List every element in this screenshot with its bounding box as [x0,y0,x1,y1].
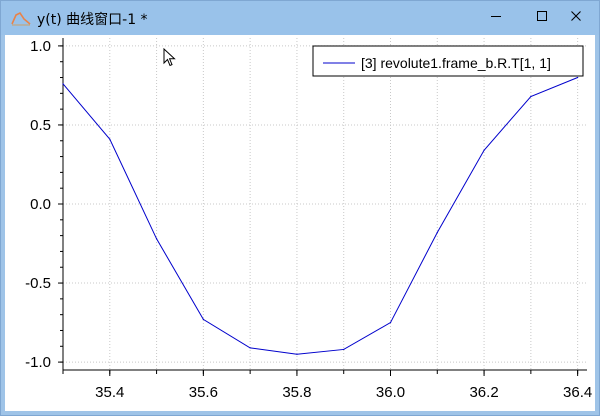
y-tick-label: -0.5 [25,275,51,292]
mouse-pointer-icon [163,47,177,73]
minimize-button[interactable] [473,1,519,35]
x-axis-ticks: 35.4 35.6 35.8 36.0 36.2 36.4 [62,370,592,401]
data-point [109,138,111,140]
x-tick-label: 35.8 [282,384,311,401]
data-point [249,347,251,349]
plot-area-container: 1.0 0.5 0.0 -0.5 -1.0 35.4 35.6 35.8 36.0 36.2 36… [5,35,595,411]
window-title: y(t) 曲线窗口-1 * [37,12,148,28]
legend-label: [3] revolute1.frame_b.R.T[1, 1] [361,55,551,71]
data-point [202,318,204,321]
x-tick-label: 36.2 [469,384,498,401]
data-point [530,95,532,98]
grid-lines [62,38,587,370]
data-point [296,353,298,355]
data-point [62,83,64,85]
line-chart-icon [11,10,31,26]
data-point [577,76,579,79]
data-point [389,321,392,324]
close-icon [570,9,582,27]
series-line[interactable] [62,77,578,355]
x-tick-label: 36.4 [563,384,592,401]
x-tick-label: 36.0 [376,384,405,401]
y-tick-label: 0.0 [30,196,51,213]
data-point [483,149,485,151]
y-axis-ticks: 1.0 0.5 0.0 -0.5 -1.0 [25,38,63,371]
title-bar[interactable]: y(t) 曲线窗口-1 * [1,1,599,35]
y-tick-label: 1.0 [30,38,51,55]
series-group [62,76,579,355]
y-tick-label: -1.0 [25,354,51,371]
maximize-icon [536,9,548,27]
y-tick-label: 0.5 [30,117,51,134]
x-tick-label: 35.4 [95,384,124,401]
data-point [155,238,158,240]
data-point [436,231,438,234]
line-chart[interactable]: 1.0 0.5 0.0 -0.5 -1.0 35.4 35.6 35.8 36.0 36.2 36… [5,35,595,411]
legend[interactable]: [3] revolute1.frame_b.R.T[1, 1] [312,45,584,77]
x-tick-label: 35.6 [189,384,218,401]
close-button[interactable] [553,1,599,35]
data-point [343,348,345,351]
minimize-icon [490,9,502,27]
plot-window: y(t) 曲线窗口-1 * 1.0 0.5 0.0 -0.5 -1.0 35.4 35.6… [0,0,600,416]
